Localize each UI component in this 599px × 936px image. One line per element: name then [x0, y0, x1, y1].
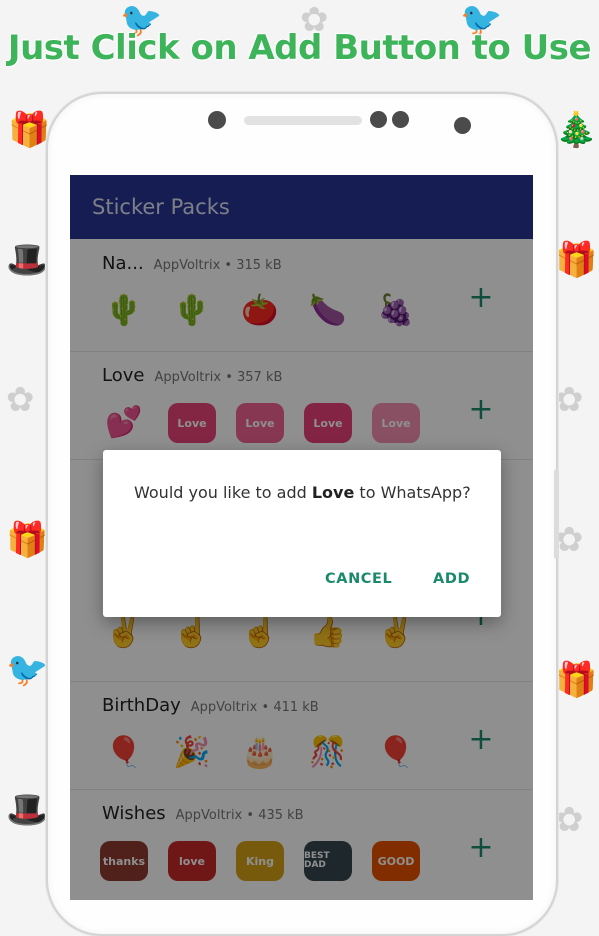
dialog-message: Would you like to add Love to WhatsApp? — [134, 482, 474, 504]
sensor-dot-icon — [370, 111, 387, 128]
flower-doodle-icon: ✿ — [555, 800, 584, 840]
gift-doodle-icon: 🎁 — [555, 240, 598, 280]
sensor-dot-icon — [392, 111, 409, 128]
sensor-dot-icon — [454, 117, 471, 134]
promo-headline: Just Click on Add Button to Use — [7, 28, 592, 68]
flower-doodle-icon: ✿ — [6, 380, 35, 420]
hat-doodle-icon: 🎩 — [6, 240, 49, 280]
gift-doodle-icon: 🎁 — [6, 520, 49, 560]
side-button — [554, 469, 559, 559]
add-button[interactable]: ADD — [433, 571, 470, 587]
dialog-pack-name: Love — [311, 483, 355, 502]
hat-doodle-icon: 🎩 — [6, 790, 49, 830]
dialog-message-suffix: to WhatsApp? — [354, 483, 471, 502]
tree-doodle-icon: 🎄 — [555, 110, 598, 150]
dialog-message-prefix: Would you like to add — [134, 483, 312, 502]
flower-doodle-icon: ✿ — [555, 380, 584, 420]
bird-doodle-icon: 🐦 — [6, 650, 49, 690]
gift-doodle-icon: 🎁 — [8, 110, 51, 150]
add-confirmation-dialog: Would you like to add Love to WhatsApp? … — [103, 450, 501, 617]
gift-doodle-icon: 🎁 — [555, 660, 598, 700]
cancel-button[interactable]: CANCEL — [325, 571, 392, 587]
flower-doodle-icon: ✿ — [555, 520, 584, 560]
earpiece-speaker — [244, 116, 362, 125]
front-camera-icon — [208, 111, 226, 129]
